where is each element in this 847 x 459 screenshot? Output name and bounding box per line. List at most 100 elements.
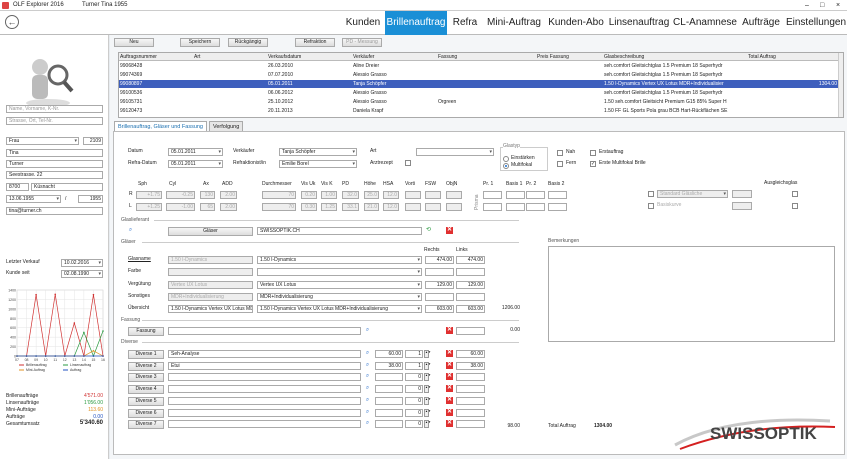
- column-header[interactable]: Total Auftrag: [747, 53, 837, 61]
- balance-glass-checkbox-l[interactable]: [792, 203, 798, 209]
- refraction-cell-r[interactable]: 32.0: [342, 191, 359, 199]
- refraction-cell-l[interactable]: [446, 203, 462, 211]
- misc-button-5[interactable]: Diverse 5: [128, 396, 164, 406]
- tab-brillenauftrag[interactable]: Brillenauftrag: [385, 11, 447, 35]
- refraction-cell-r[interactable]: +1.75: [136, 191, 162, 199]
- supplier-search-icon[interactable]: ⌕: [127, 227, 134, 234]
- refraction-cell-r[interactable]: [446, 191, 462, 199]
- glass-supplier-field[interactable]: SWISSOPTIK.CH: [257, 227, 422, 235]
- table-row[interactable]: 99074369 07.07.2010 Alessio Grasso seh.comf…: [119, 71, 841, 79]
- refraction-cell-r[interactable]: 2.00: [220, 191, 237, 199]
- refraction-cell-r[interactable]: 70: [262, 191, 296, 199]
- color-price-r[interactable]: [425, 268, 454, 276]
- refraction-cell-l[interactable]: [425, 203, 441, 211]
- other-left[interactable]: MDR+Individualisierung: [168, 293, 253, 301]
- lastname-field[interactable]: Turner: [6, 160, 103, 168]
- misc-qty-field[interactable]: 0: [405, 373, 423, 382]
- frame-price[interactable]: [456, 327, 485, 335]
- column-header[interactable]: Fassung: [437, 53, 535, 61]
- single-vision-radio[interactable]: [503, 156, 509, 162]
- table-row[interactable]: 99100536 06.06.2012 Alessio Grasso seh.comf…: [119, 89, 841, 97]
- glass-name-price-r[interactable]: 474.00: [425, 256, 454, 264]
- prescription-checkbox[interactable]: [405, 160, 411, 166]
- misc-price-field[interactable]: [375, 385, 403, 394]
- refraction-cell-r[interactable]: 1.00: [321, 191, 337, 199]
- misc-description-field[interactable]: [168, 373, 361, 382]
- coating-price-l[interactable]: 129.00: [456, 281, 485, 289]
- misc-button-2[interactable]: Diverse 2: [128, 361, 164, 371]
- column-header[interactable]: Preis Fassung: [536, 53, 602, 61]
- far-checkbox[interactable]: [557, 161, 563, 167]
- glasses-button[interactable]: Gläser: [168, 227, 253, 236]
- color-select[interactable]: [257, 268, 422, 276]
- tab-refra[interactable]: Refra: [449, 11, 481, 35]
- misc-price-field[interactable]: [375, 396, 403, 405]
- misc-delete-icon[interactable]: ✕: [446, 350, 453, 357]
- prism-cell-l[interactable]: [506, 203, 525, 211]
- city-field[interactable]: Küsnacht: [31, 183, 103, 191]
- refraction-cell-l[interactable]: 21.0: [364, 203, 379, 211]
- misc-qty-field[interactable]: 0: [405, 396, 423, 405]
- subtab-glasses-frame[interactable]: Brillenauftrag, Gläser und Fassung: [114, 121, 207, 131]
- misc-qty-field[interactable]: 1: [405, 350, 423, 358]
- refraction-cell-l[interactable]: +1.25: [136, 203, 162, 211]
- maximize-icon[interactable]: □: [820, 0, 824, 11]
- refraction-cell-l[interactable]: 2.00: [220, 203, 237, 211]
- tab-kunden-abo[interactable]: Kunden-Abo: [547, 11, 605, 35]
- subtab-tracking[interactable]: Verfolgung: [209, 121, 244, 131]
- coating-left[interactable]: Vertex UX Lotus: [168, 281, 253, 289]
- glass-name-label[interactable]: Glasname: [128, 256, 151, 263]
- refraction-cell-r[interactable]: 130: [200, 191, 215, 199]
- table-row-selected[interactable]: 99080897 05.01.2011 Tanja Schöpfer 1.50 I-D…: [119, 80, 841, 88]
- prism-cell-r[interactable]: [483, 191, 502, 199]
- supplier-delete-icon[interactable]: ✕: [446, 227, 453, 234]
- email-field[interactable]: tina@turner.ch: [6, 207, 103, 215]
- misc-description-field[interactable]: [168, 385, 361, 394]
- refraction-cell-r[interactable]: 0.20: [301, 191, 317, 199]
- refractionist-select[interactable]: Emilie Borel: [279, 160, 357, 168]
- street-field[interactable]: Seestrasse. 22: [6, 171, 103, 179]
- column-header[interactable]: Glasbeschreibung: [603, 53, 746, 61]
- refraction-cell-r[interactable]: 12.0: [383, 191, 399, 199]
- multifocal-radio[interactable]: [503, 163, 509, 169]
- color-price-l[interactable]: [456, 268, 485, 276]
- std-glass-value-r[interactable]: [732, 190, 752, 198]
- tab-einstellungen[interactable]: Einstellungen: [785, 11, 847, 35]
- misc-qty-stepper[interactable]: ▲▼: [424, 361, 431, 370]
- misc-search-icon[interactable]: ⌕: [364, 385, 371, 392]
- back-arrow-icon[interactable]: ←: [5, 15, 19, 29]
- table-scrollbar[interactable]: [838, 53, 843, 117]
- first-multifocal-checkbox[interactable]: ✓: [590, 161, 596, 167]
- misc-search-icon[interactable]: ⌕: [364, 409, 371, 416]
- frame-search-icon[interactable]: ⌕: [364, 327, 371, 334]
- prism-cell-r[interactable]: [506, 191, 525, 199]
- refraction-cell-l[interactable]: 65: [200, 203, 215, 211]
- birthyear-field[interactable]: 1955: [78, 195, 103, 203]
- date-field[interactable]: 05.01.2011: [168, 148, 223, 156]
- misc-delete-icon[interactable]: ✕: [446, 373, 453, 381]
- misc-button-7[interactable]: Diverse 7: [128, 420, 164, 430]
- refraction-cell-r[interactable]: [405, 191, 421, 199]
- misc-search-icon[interactable]: ⌕: [364, 397, 371, 404]
- std-glass-select[interactable]: Standard Gläsliche: [657, 190, 728, 198]
- misc-qty-stepper[interactable]: ▲▼: [424, 385, 431, 394]
- refraction-cell-l[interactable]: 33.1: [342, 203, 359, 211]
- new-button[interactable]: Neu: [114, 38, 154, 47]
- misc-price-field[interactable]: [375, 420, 403, 429]
- misc-description-field[interactable]: [168, 408, 361, 417]
- prism-cell-l[interactable]: [526, 203, 545, 211]
- misc-delete-icon[interactable]: ✕: [446, 420, 453, 428]
- misc-description-field[interactable]: [168, 396, 361, 405]
- tab-auftraege[interactable]: Aufträge: [739, 11, 783, 35]
- tab-mini-auftrag[interactable]: Mini-Auftrag: [483, 11, 545, 35]
- refraction-cell-r[interactable]: [425, 191, 441, 199]
- other-select[interactable]: MDR+Individualisierung: [257, 293, 422, 301]
- refraction-cell-l[interactable]: -1.00: [166, 203, 195, 211]
- misc-search-icon[interactable]: ⌕: [364, 420, 371, 427]
- column-header[interactable]: Art: [193, 53, 266, 61]
- table-row[interactable]: 99105731 25.10.2012 Alessio Grasso Orgreen 1…: [119, 98, 841, 106]
- refra-date-field[interactable]: 05.01.2011: [168, 160, 223, 168]
- frame-delete-icon[interactable]: ✕: [446, 327, 453, 334]
- refraction-cell-l[interactable]: 70: [262, 203, 296, 211]
- misc-price-field[interactable]: 38.00: [375, 361, 403, 370]
